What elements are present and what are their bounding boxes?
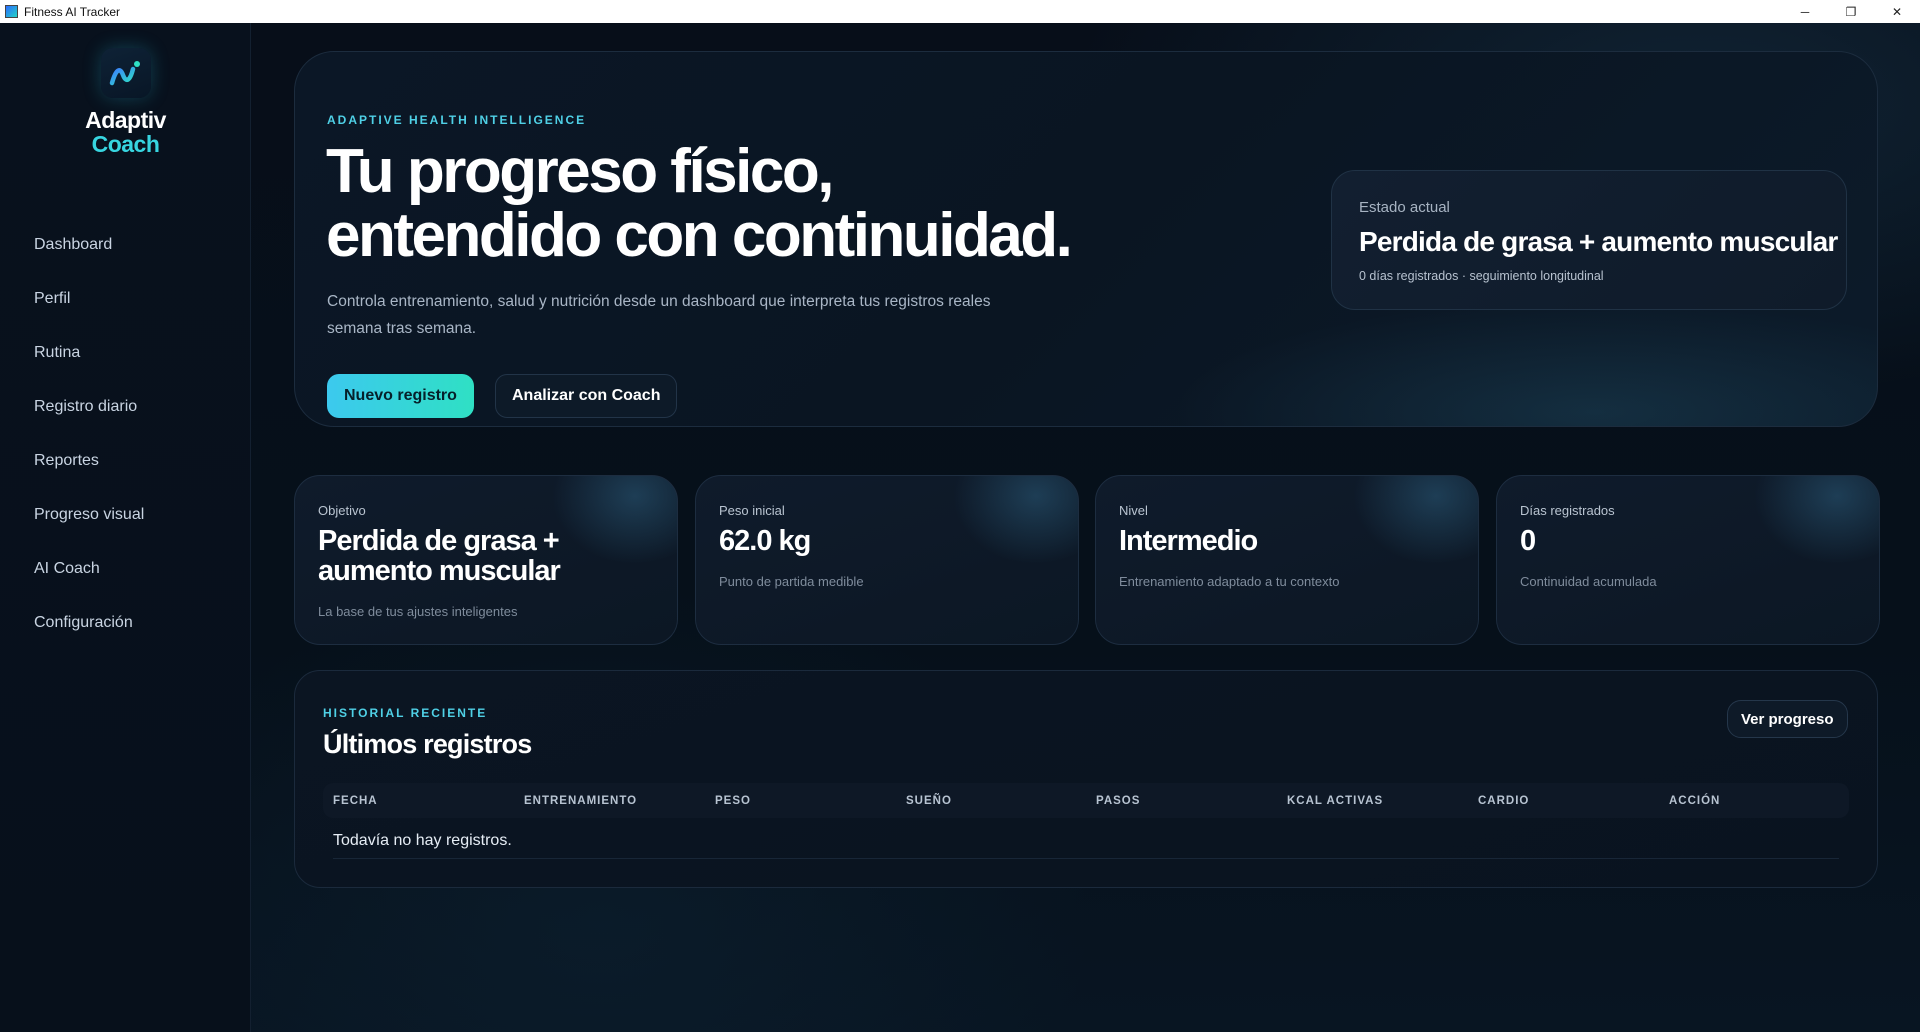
sidebar-item-rutina[interactable]: Rutina xyxy=(0,326,251,380)
hero-description: Controla entrenamiento, salud y nutrició… xyxy=(327,293,991,337)
window-title: Fitness AI Tracker xyxy=(24,4,121,19)
sidebar-item-ai-coach[interactable]: AI Coach xyxy=(0,542,251,596)
app-root: Adaptiv Coach Dashboard Perfil Rutina Re… xyxy=(0,23,1920,1032)
metric-value: Intermedio xyxy=(1119,525,1258,557)
wave-logo-icon xyxy=(100,48,151,98)
metric-subtext: La base de tus ajustes inteligentes xyxy=(318,604,518,619)
column-header-kcal-activas[interactable]: KCAL ACTIVAS xyxy=(1287,783,1383,818)
column-header-peso[interactable]: PESO xyxy=(715,783,751,818)
records-title: Últimos registros xyxy=(323,729,532,759)
metric-card-peso-inicial: Peso inicial 62.0 kg Punto de partida me… xyxy=(695,475,1079,645)
metric-label: Peso inicial xyxy=(719,503,785,518)
column-header-fecha[interactable]: FECHA xyxy=(333,783,378,818)
new-record-button[interactable]: Nuevo registro xyxy=(327,374,474,418)
metric-value: Perdida de grasa + aumento muscular xyxy=(318,525,561,587)
column-header-cardio[interactable]: CARDIO xyxy=(1478,783,1529,818)
app-icon xyxy=(5,5,18,18)
metric-card-objetivo: Objetivo Perdida de grasa + aumento musc… xyxy=(294,475,678,645)
minimize-icon[interactable]: ─ xyxy=(1782,0,1828,23)
current-status-card: Estado actual Perdida de grasa + aumento… xyxy=(1331,170,1847,310)
metric-label: Días registrados xyxy=(1520,503,1615,518)
brand-name: Adaptiv xyxy=(85,107,166,133)
status-subtext: 0 días registrados · seguimiento longitu… xyxy=(1359,269,1604,283)
analyze-coach-button[interactable]: Analizar con Coach xyxy=(495,374,678,418)
sidebar-item-reportes[interactable]: Reportes xyxy=(0,434,251,488)
brand[interactable]: Adaptiv Coach xyxy=(0,48,251,156)
metric-subtext: Punto de partida medible xyxy=(719,574,864,589)
sidebar-item-progreso-visual[interactable]: Progreso visual xyxy=(0,488,251,542)
sidebar-item-registro-diario[interactable]: Registro diario xyxy=(0,380,251,434)
metric-card-nivel: Nivel Intermedio Entrenamiento adaptado … xyxy=(1095,475,1479,645)
hero-title-line1: Tu progreso físico, xyxy=(326,137,834,206)
brand-name-accent: Coach xyxy=(91,131,160,157)
restore-icon[interactable]: ❐ xyxy=(1828,0,1874,23)
metric-card-dias-registrados: Días registrados 0 Continuidad acumulada xyxy=(1496,475,1880,645)
recent-records-panel: HISTORIAL RECIENTE Últimos registros Ver… xyxy=(294,670,1878,888)
sidebar-item-dashboard[interactable]: Dashboard xyxy=(0,218,251,272)
hero-eyebrow: ADAPTIVE HEALTH INTELLIGENCE xyxy=(327,113,587,127)
window-title-bar: Fitness AI Tracker ─ ❐ ✕ xyxy=(0,0,1920,23)
hero-title: Tu progreso físico, entendido con contin… xyxy=(326,137,1073,270)
metric-subtext: Entrenamiento adaptado a tu contexto xyxy=(1119,574,1340,589)
column-header-sueno[interactable]: SUEÑO xyxy=(906,783,952,818)
metric-value: 62.0 kg xyxy=(719,525,811,557)
hero-title-line2: entendido con continuidad. xyxy=(326,201,1073,270)
metric-label: Objetivo xyxy=(318,503,366,518)
status-value: Perdida de grasa + aumento muscular xyxy=(1359,226,1838,257)
metric-subtext: Continuidad acumulada xyxy=(1520,574,1657,589)
column-header-pasos[interactable]: PASOS xyxy=(1096,783,1140,818)
metric-label: Nivel xyxy=(1119,503,1148,518)
records-eyebrow: HISTORIAL RECIENTE xyxy=(323,706,488,720)
column-header-accion[interactable]: ACCIÓN xyxy=(1669,783,1720,818)
status-label: Estado actual xyxy=(1359,199,1450,216)
table-header: FECHA ENTRENAMIENTO PESO SUEÑO PASOS KCA… xyxy=(323,783,1849,818)
sidebar: Adaptiv Coach Dashboard Perfil Rutina Re… xyxy=(0,23,251,1032)
hero-panel: ADAPTIVE HEALTH INTELLIGENCE Tu progreso… xyxy=(294,51,1878,427)
table-empty-message: Todavía no hay registros. xyxy=(333,823,1839,859)
close-icon[interactable]: ✕ xyxy=(1874,0,1920,23)
column-header-entrenamiento[interactable]: ENTRENAMIENTO xyxy=(524,783,637,818)
sidebar-nav: Dashboard Perfil Rutina Registro diario … xyxy=(0,218,251,650)
sidebar-item-configuracion[interactable]: Configuración xyxy=(0,596,251,650)
metric-value: 0 xyxy=(1520,525,1536,557)
view-progress-button[interactable]: Ver progreso xyxy=(1727,700,1848,738)
sidebar-item-perfil[interactable]: Perfil xyxy=(0,272,251,326)
